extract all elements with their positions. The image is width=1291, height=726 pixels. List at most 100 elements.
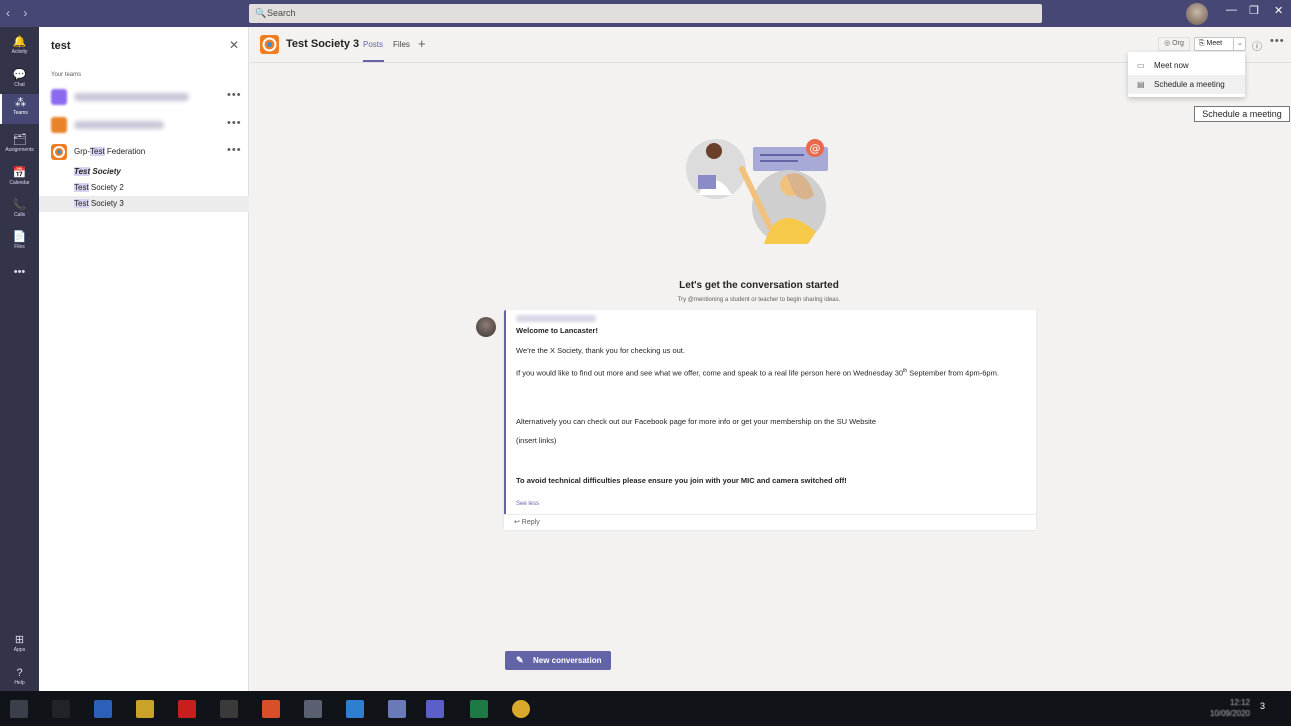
menu-item-label: Meet now	[1154, 61, 1189, 70]
meet-button[interactable]: ⎘ Meet ⌄	[1194, 37, 1246, 51]
search-taskbar-icon[interactable]	[52, 700, 70, 718]
conversation-heading: Let's get the conversation started	[679, 280, 839, 291]
rail-label: Assignments	[5, 147, 34, 153]
app-rail: 🔔 Activity 💬 Chat ⁂ Teams 🗂 Assignments …	[0, 27, 39, 691]
rail-label: Calendar	[9, 180, 30, 186]
team-row[interactable]: •••	[39, 85, 249, 109]
chevron-down-icon[interactable]: ⌄	[1233, 38, 1243, 50]
clock-time: 12:12	[1229, 698, 1250, 707]
channel-name: Society 2	[88, 183, 124, 192]
app-icon[interactable]	[304, 700, 322, 718]
profile-avatar[interactable]	[1186, 3, 1208, 25]
more-options-icon[interactable]: •••	[1270, 35, 1285, 47]
team-avatar	[51, 144, 67, 160]
forward-arrow-icon[interactable]: ›	[23, 6, 27, 20]
outlook-app-icon[interactable]	[346, 700, 364, 718]
notifications-icon[interactable]: 3	[1260, 701, 1265, 711]
search-highlight: Test	[74, 199, 89, 208]
post-welcome: Welcome to Lancaster!	[516, 326, 598, 335]
search-highlight: Test	[90, 147, 105, 156]
more-options-icon[interactable]: •••	[227, 117, 242, 129]
rail-more[interactable]: •••	[0, 263, 39, 293]
rail-apps[interactable]: ⊞ Apps	[0, 631, 39, 661]
rail-label: Help	[14, 680, 25, 686]
team-name: Grp-Test Federation	[74, 147, 145, 156]
close-icon[interactable]: ✕	[229, 38, 239, 52]
team-avatar	[51, 117, 67, 133]
conversation-subheading: Try @mentioning a student or teacher to …	[677, 297, 841, 303]
team-avatar	[51, 89, 67, 105]
meet-label: ⎘ Meet	[1199, 40, 1223, 47]
rail-teams[interactable]: ⁂ Teams	[0, 94, 39, 124]
menu-item-meet-now[interactable]: ▭ Meet now	[1128, 56, 1245, 75]
pdf-app-icon[interactable]	[178, 700, 196, 718]
start-icon[interactable]	[10, 700, 28, 718]
app-icon[interactable]	[220, 700, 238, 718]
taskbar-clock[interactable]: 12:12 10/09/2020	[1190, 697, 1250, 719]
rail-label: Chat	[14, 82, 25, 88]
minimize-icon[interactable]: —	[1226, 4, 1237, 16]
see-less-link[interactable]: See less	[516, 501, 539, 507]
tooltip: Schedule a meeting	[1194, 106, 1290, 122]
rail-calendar[interactable]: 📅 Calendar	[0, 164, 39, 194]
channel-name: Society 3	[88, 199, 124, 208]
post-text: To avoid technical difficulties please e…	[516, 476, 847, 485]
info-icon[interactable]: ⓘ	[1252, 38, 1262, 53]
new-conversation-button[interactable]: ✎ New conversation	[505, 651, 611, 670]
team-name-blurred	[74, 121, 164, 129]
channel-item-selected[interactable]: Test Society 3	[39, 196, 249, 212]
tab-posts[interactable]: Posts	[363, 40, 383, 49]
team-logo	[260, 35, 279, 54]
reply-button[interactable]: ↩ Reply	[504, 514, 1036, 530]
search-icon: 🔍	[255, 8, 267, 18]
rail-assignments[interactable]: 🗂 Assignments	[0, 131, 39, 161]
team-row[interactable]: •••	[39, 113, 249, 137]
post-text: If you would like to find out more and s…	[516, 365, 1026, 380]
teams-app-icon[interactable]	[426, 700, 444, 718]
rail-help[interactable]: ? Help	[0, 664, 39, 694]
team-name-prefix: Grp-	[74, 147, 90, 156]
meet-dropdown-menu: ▭ Meet now ▤ Schedule a meeting	[1128, 52, 1245, 97]
your-teams-label: Your teams	[51, 72, 82, 78]
bell-icon: 🔔	[12, 36, 27, 48]
avatar[interactable]	[476, 317, 496, 337]
search-highlight: Test	[74, 183, 89, 192]
more-options-icon[interactable]: •••	[227, 144, 242, 156]
tab-files[interactable]: Files	[393, 40, 410, 49]
rail-label: Apps	[13, 647, 26, 653]
channel-item[interactable]: Test Society 2	[39, 180, 249, 196]
add-tab-icon[interactable]: +	[418, 36, 426, 51]
excel-app-icon[interactable]	[470, 700, 488, 718]
search-input[interactable]: 🔍 Search	[249, 4, 1042, 23]
rail-activity[interactable]: 🔔 Activity	[0, 33, 39, 63]
help-icon: ?	[16, 667, 23, 679]
maximize-icon[interactable]: ❐	[1249, 4, 1259, 17]
menu-item-schedule-meeting[interactable]: ▤ Schedule a meeting	[1128, 75, 1245, 94]
app-icon[interactable]	[388, 700, 406, 718]
rail-label: Teams	[13, 110, 28, 116]
post-text: (insert links)	[516, 436, 557, 445]
channel-post: Welcome to Lancaster! We’re the X Societ…	[504, 310, 1036, 529]
assignments-icon: 🗂	[12, 134, 27, 146]
more-options-icon[interactable]: •••	[227, 89, 242, 101]
rail-label: Activity	[11, 49, 28, 55]
compose-icon: ✎	[516, 655, 524, 665]
org-button[interactable]: ◎ Org	[1158, 37, 1190, 51]
post-author-blurred	[516, 315, 596, 322]
back-arrow-icon[interactable]: ‹	[6, 6, 10, 20]
word-app-icon[interactable]	[94, 700, 112, 718]
calendar-icon: ▤	[1137, 80, 1145, 89]
channel-item[interactable]: Test Society	[39, 164, 249, 180]
rail-files[interactable]: 📄 Files	[0, 228, 39, 258]
teams-icon: ⁂	[15, 97, 26, 109]
file-explorer-icon[interactable]	[136, 700, 154, 718]
powerpoint-app-icon[interactable]	[262, 700, 280, 718]
rail-calls[interactable]: 📞 Calls	[0, 196, 39, 226]
video-camera-icon: ▭	[1137, 61, 1145, 70]
rail-chat[interactable]: 💬 Chat	[0, 66, 39, 96]
close-window-icon[interactable]: ✕	[1274, 4, 1283, 17]
team-row[interactable]: Grp-Test Federation •••	[39, 140, 249, 164]
channel-name: Society	[90, 167, 121, 176]
chat-icon: 💬	[12, 69, 27, 81]
chrome-app-icon[interactable]	[512, 700, 530, 718]
